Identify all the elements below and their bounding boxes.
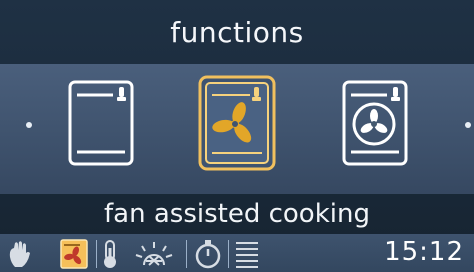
scroll-left-indicator[interactable] [26, 122, 32, 128]
function-fan-assisted[interactable] [341, 79, 409, 167]
fan-oven-icon [198, 75, 276, 171]
selected-function-icon[interactable] [60, 239, 88, 269]
function-carousel [0, 64, 474, 194]
lines-icon[interactable] [234, 239, 260, 269]
divider [228, 240, 229, 268]
thermometer-icon[interactable] [100, 239, 120, 269]
page-title: functions [170, 15, 304, 49]
timer-icon[interactable] [194, 239, 222, 269]
function-fan-oven-selected[interactable] [198, 75, 276, 171]
oven-display: functions fan assisted cooking 15:12 [0, 0, 474, 272]
clock-display[interactable]: 15:12 [384, 237, 464, 267]
hand-icon[interactable] [6, 239, 32, 269]
function-description: fan assisted cooking [104, 199, 370, 229]
function-conventional[interactable] [67, 79, 135, 167]
divider [186, 240, 187, 268]
conventional-oven-icon [68, 80, 134, 166]
title-bar: functions [0, 0, 474, 64]
status-bar: 15:12 [0, 234, 474, 272]
sun-grid-icon[interactable] [134, 239, 174, 269]
divider [96, 240, 97, 268]
selected-function-label: fan assisted cooking [0, 194, 474, 234]
scroll-right-indicator[interactable] [465, 122, 471, 128]
fan-assisted-icon [342, 80, 408, 166]
